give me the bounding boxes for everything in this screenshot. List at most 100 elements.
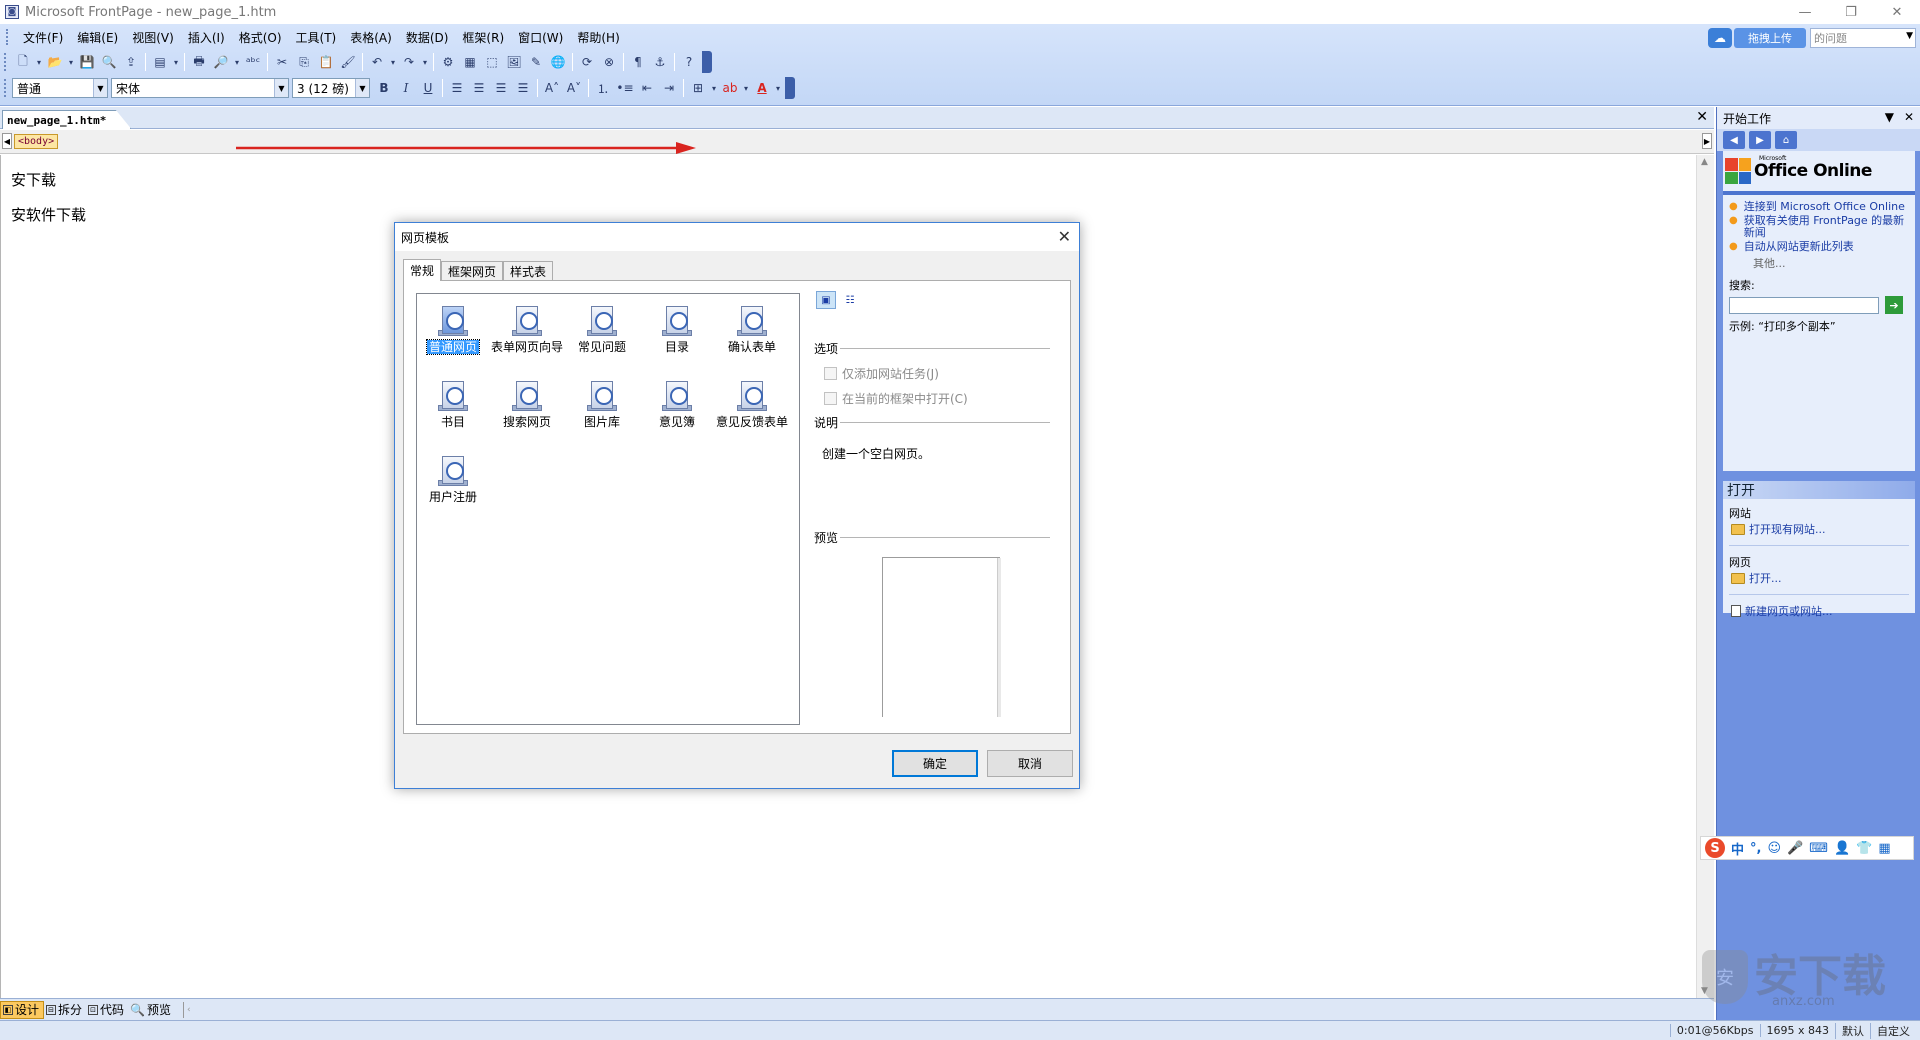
chevron-down-icon[interactable]: ▼ — [1885, 110, 1894, 124]
toolbar-grip[interactable] — [4, 53, 8, 71]
font-color-icon[interactable]: A — [751, 77, 773, 99]
find-icon[interactable]: 🔍 — [98, 51, 120, 73]
chevron-down-icon[interactable]: ▼ — [274, 79, 288, 97]
chevron-down-icon[interactable]: ▾ — [34, 51, 44, 73]
vertical-scrollbar[interactable]: ▲ ▼ — [1696, 155, 1714, 998]
chevron-down-icon[interactable]: ▼ — [355, 79, 369, 97]
chevron-up-icon[interactable]: ▲ — [1701, 157, 1708, 167]
menu-format[interactable]: 格式(O) — [232, 27, 289, 48]
highlight-icon[interactable]: ab — [719, 77, 741, 99]
cancel-button[interactable]: 取消 — [987, 750, 1073, 777]
more-link[interactable]: 其他... — [1729, 255, 1911, 271]
chevron-down-icon[interactable]: ▾ — [232, 51, 242, 73]
menu-tools[interactable]: 工具(T) — [289, 27, 344, 48]
large-icons-icon[interactable]: ▣ — [816, 291, 836, 309]
increase-font-icon[interactable]: A˄ — [541, 77, 563, 99]
open-folder-icon[interactable]: 📂 — [44, 51, 66, 73]
refresh-icon[interactable]: ⟳ — [576, 51, 598, 73]
link-latest-news[interactable]: ● 获取有关使用 FrontPage 的最新新闻 — [1729, 215, 1911, 239]
chevron-down-icon[interactable]: ▾ — [66, 51, 76, 73]
ask-question-input[interactable]: 的问题 ▼ — [1810, 28, 1916, 48]
copy-icon[interactable]: ⎘ — [293, 51, 315, 73]
template-list[interactable]: 普通网页 表单网页向导 常见问题 目录 确认表单 书目 搜索网页 图片库 意见簿… — [416, 293, 800, 725]
template-confirmation-form[interactable]: 确认表单 — [716, 306, 788, 353]
ime-voice-icon[interactable]: 🎤 — [1787, 841, 1803, 856]
ime-keyboard-icon[interactable]: ⌨ — [1809, 841, 1828, 856]
menu-view[interactable]: 视图(V) — [125, 27, 181, 48]
menu-edit[interactable]: 编辑(E) — [70, 27, 125, 48]
menu-insert[interactable]: 插入(I) — [181, 27, 232, 48]
ime-chinese-mode[interactable]: 中 — [1731, 839, 1744, 858]
menu-window[interactable]: 窗口(W) — [511, 27, 570, 48]
redo-icon[interactable]: ↷ — [398, 51, 420, 73]
tab-frames[interactable]: 框架网页 — [441, 261, 504, 281]
home-icon[interactable]: ⌂ — [1775, 131, 1797, 149]
menu-table[interactable]: 表格(A) — [343, 27, 399, 48]
chevron-down-icon[interactable]: ▾ — [420, 51, 430, 73]
design-view-button[interactable]: ◧ 设计 — [0, 1000, 45, 1019]
insert-layer-icon[interactable]: ⬚ — [481, 51, 503, 73]
restore-icon[interactable]: ❐ — [1828, 0, 1874, 24]
decrease-indent-icon[interactable]: ⇤ — [636, 77, 658, 99]
ime-punctuation-icon[interactable]: °, — [1750, 841, 1761, 856]
align-center-icon[interactable]: ☰ — [468, 77, 490, 99]
toolbar-grip[interactable] — [6, 29, 10, 45]
web-component-icon[interactable]: ⚙ — [437, 51, 459, 73]
insert-table-icon[interactable]: ▦ — [459, 51, 481, 73]
chevron-down-icon[interactable]: ▼ — [1906, 31, 1913, 41]
chevron-down-icon[interactable]: ▼ — [93, 79, 107, 97]
chevron-down-icon[interactable]: ▾ — [388, 51, 398, 73]
format-painter-icon[interactable]: 🖌 — [337, 51, 359, 73]
close-icon[interactable]: ✕ — [1058, 227, 1071, 246]
increase-indent-icon[interactable]: ⇥ — [658, 77, 680, 99]
details-list-icon[interactable]: ☷ — [840, 291, 860, 309]
back-icon[interactable]: ◀ — [1723, 131, 1745, 149]
bold-button[interactable]: B — [373, 77, 395, 99]
close-document-icon[interactable]: ✕ — [1696, 109, 1708, 125]
preview-view-button[interactable]: 🔍 预览 — [128, 1001, 175, 1019]
template-user-registration[interactable]: 用户注册 — [417, 456, 489, 503]
insert-picture-icon[interactable]: 🖼 — [503, 51, 525, 73]
link-auto-update[interactable]: ● 自动从网站更新此列表 — [1729, 241, 1911, 253]
print-icon[interactable]: 🖶 — [188, 51, 210, 73]
chevron-down-icon[interactable]: ▾ — [709, 77, 719, 99]
search-input[interactable] — [1729, 296, 1879, 314]
decrease-font-icon[interactable]: A˅ — [563, 77, 585, 99]
body-tag[interactable]: <body> — [14, 134, 59, 149]
align-right-icon[interactable]: ☰ — [490, 77, 512, 99]
new-page-or-site-link[interactable]: 新建网页或网站... — [1729, 603, 1909, 619]
numbered-list-icon[interactable]: ⒈ — [592, 77, 614, 99]
paragraph[interactable]: 安软件下载 — [11, 204, 86, 225]
chevron-down-icon[interactable]: ▾ — [741, 77, 751, 99]
show-all-icon[interactable]: ¶ — [627, 51, 649, 73]
chevron-down-icon[interactable]: ▾ — [773, 77, 783, 99]
forward-icon[interactable]: ▶ — [1749, 131, 1771, 149]
template-bibliography[interactable]: 书目 — [417, 381, 489, 428]
style-select[interactable]: 普通 ▼ — [12, 78, 108, 98]
publish-icon[interactable]: ⇪ — [120, 51, 142, 73]
template-faq[interactable]: 常见问题 — [566, 306, 638, 353]
sogou-ime-icon[interactable]: S — [1705, 838, 1725, 858]
document-tab[interactable]: new_page_1.htm* — [2, 110, 132, 129]
open-in-frame-checkbox[interactable]: 在当前的框架中打开(C) — [824, 390, 968, 407]
template-guestbook[interactable]: 意见簿 — [641, 381, 713, 428]
link-office-online[interactable]: ● 连接到 Microsoft Office Online — [1729, 201, 1911, 213]
chevron-right-icon[interactable]: ▶ — [1702, 133, 1712, 149]
open-page-link[interactable]: 打开... — [1729, 570, 1909, 586]
align-left-icon[interactable]: ☰ — [446, 77, 468, 99]
minimize-icon[interactable]: — — [1782, 0, 1828, 24]
code-view-button[interactable]: ⊡ 代码 — [86, 1001, 128, 1019]
chevron-down-icon[interactable]: ▾ — [171, 51, 181, 73]
new-page-icon[interactable]: 🗋 — [12, 51, 34, 73]
preview-browser-icon[interactable]: 🔎 — [210, 51, 232, 73]
search-go-icon[interactable]: ➔ — [1885, 296, 1903, 314]
split-view-button[interactable]: ⊟ 拆分 — [44, 1001, 86, 1019]
template-photo-gallery[interactable]: 图片库 — [566, 381, 638, 428]
undo-icon[interactable]: ↶ — [366, 51, 388, 73]
font-select[interactable]: 宋体 ▼ — [111, 78, 289, 98]
stop-icon[interactable]: ⊗ — [598, 51, 620, 73]
close-icon[interactable]: ✕ — [1874, 0, 1920, 24]
toolbar-options-icon[interactable] — [785, 77, 795, 99]
underline-button[interactable]: U — [417, 77, 439, 99]
menu-frames[interactable]: 框架(R) — [455, 27, 511, 48]
